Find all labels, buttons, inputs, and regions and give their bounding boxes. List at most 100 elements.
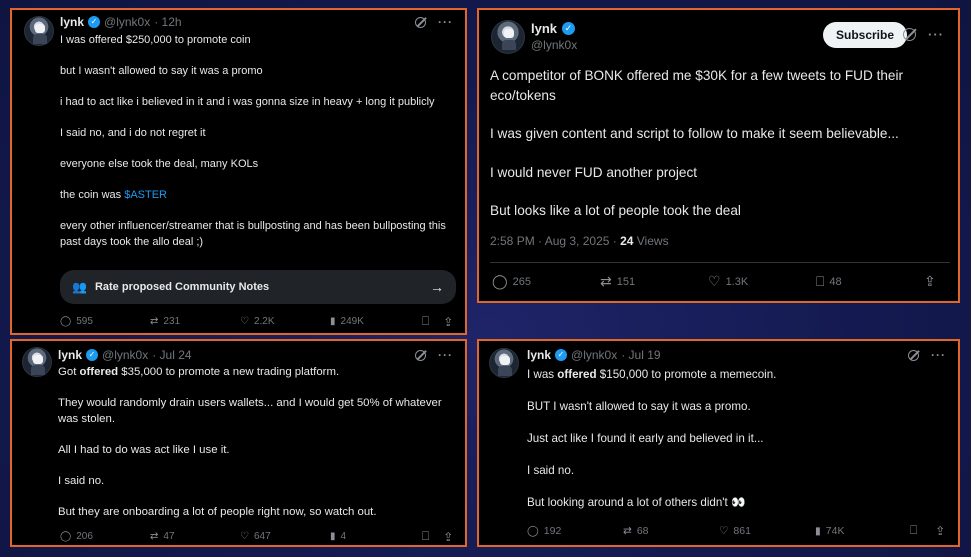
author-name[interactable]: lynk — [58, 348, 82, 362]
like-icon: ♡ — [240, 316, 249, 327]
avatar[interactable] — [24, 16, 54, 46]
like-button[interactable]: ♡ 647 — [240, 531, 330, 542]
post-paragraph: I was given content and script to follow… — [490, 126, 899, 141]
views-button[interactable]: ▮ 4 — [330, 531, 418, 542]
repost-count: 47 — [163, 531, 175, 542]
verified-badge-icon: ✓ — [88, 16, 101, 28]
post-paragraph: They would randomly drain users wallets.… — [58, 397, 442, 425]
repost-icon: ⇄ — [150, 316, 159, 327]
post-card-bonk[interactable]: lynk ✓ @lynk0x Subscribe ··· A competito… — [477, 8, 960, 303]
repost-icon: ⇄ — [623, 524, 632, 537]
reply-count: 206 — [76, 531, 93, 542]
bookmark-icon[interactable]: ⎕ — [910, 523, 917, 538]
post-time[interactable]: · 12h — [154, 15, 181, 29]
grok-icon[interactable] — [908, 349, 919, 361]
more-icon[interactable]: ··· — [438, 15, 453, 29]
action-bar: ◯ 192 ⇄ 68 ♡ 861 ▮ 74K ⎕ ⇪ — [527, 523, 952, 538]
post-paragraph: A competitor of BONK offered me $30K for… — [490, 68, 904, 103]
more-icon[interactable]: ··· — [438, 348, 453, 362]
post-timestamp[interactable]: 2:58 PM · Aug 3, 2025 · — [490, 234, 620, 248]
author-name[interactable]: lynk — [527, 348, 551, 362]
avatar[interactable] — [489, 348, 519, 378]
post-time[interactable]: · Jul 24 — [152, 348, 191, 362]
author-name[interactable]: lynk — [531, 21, 557, 36]
grok-icon[interactable] — [415, 16, 426, 28]
repost-button[interactable]: ⇄ 231 — [150, 316, 240, 327]
post-body: I was offered $250,000 to promote coin b… — [60, 33, 460, 250]
share-icon[interactable]: ⇪ — [443, 315, 453, 329]
more-icon[interactable]: ··· — [928, 27, 944, 42]
header-icons: ··· — [903, 27, 944, 42]
community-notes-button[interactable]: 👥 Rate proposed Community Notes → — [60, 270, 456, 304]
repost-count: 68 — [636, 524, 649, 537]
grok-icon[interactable] — [415, 349, 426, 361]
avatar[interactable] — [22, 347, 52, 377]
bookmark-icon[interactable]: ⎕ — [422, 529, 429, 544]
like-button[interactable]: ♡ 2.2K — [240, 316, 330, 327]
more-icon[interactable]: ··· — [931, 348, 946, 362]
header-icons: ··· — [908, 348, 946, 362]
verified-badge-icon: ✓ — [86, 349, 99, 361]
reply-icon: ◯ — [492, 273, 508, 289]
like-button[interactable]: ♡ 861 — [719, 525, 815, 537]
views-icon: ▮ — [330, 531, 336, 542]
post-header: lynk ✓ @lynk0x · Jul 24 — [58, 348, 192, 362]
reply-button[interactable]: ◯ 595 — [60, 316, 150, 327]
repost-count: 231 — [163, 316, 181, 327]
post-paragraph: BUT I wasn't allowed to say it was a pro… — [527, 400, 751, 413]
author-handle[interactable]: @lynk0x — [571, 348, 617, 362]
post-paragraph: but I wasn't allowed to say it was a pro… — [60, 65, 263, 77]
reply-button[interactable]: ◯ 206 — [60, 531, 150, 542]
subscribe-button[interactable]: Subscribe — [823, 22, 908, 48]
avatar[interactable] — [491, 20, 525, 54]
reply-count: 265 — [512, 275, 532, 288]
post-paragraph: I would never FUD another project — [490, 164, 698, 180]
cashtag-link[interactable]: $ASTER — [124, 189, 167, 201]
share-icon[interactable]: ⇪ — [924, 273, 936, 290]
post-paragraph: Got offered $35,000 to promote a new tra… — [58, 365, 463, 381]
post-header: lynk ✓ @lynk0x · Jul 19 — [527, 348, 661, 362]
post-meta: 2:58 PM · Aug 3, 2025 · 24 Views — [490, 234, 669, 248]
author-handle[interactable]: @lynk0x — [104, 15, 150, 29]
bookmark-icon[interactable]: ⎕ — [422, 314, 429, 329]
like-count: 647 — [253, 531, 271, 542]
repost-button[interactable]: ⇄ 47 — [150, 531, 240, 542]
text-run-bold: offered — [557, 368, 597, 381]
post-paragraph: everyone else took the deal, many KOLs — [60, 158, 259, 170]
text-run: Got — [58, 366, 80, 378]
reply-count: 595 — [76, 316, 93, 327]
post-paragraph: I said no. — [527, 464, 575, 477]
views-button[interactable]: ▮ 74K — [815, 525, 910, 537]
verified-badge-icon: ✓ — [555, 349, 568, 361]
like-icon: ♡ — [708, 273, 721, 289]
post-paragraph: Just act like I found it early and belie… — [527, 432, 764, 445]
views-button[interactable]: ▮ 249K — [330, 316, 418, 327]
header-icons: ··· — [415, 15, 453, 29]
text-run: $35,000 to promote a new trading platfor… — [118, 366, 340, 378]
author-name[interactable]: lynk — [60, 15, 84, 29]
action-bar: ◯ 265 ⇄ 151 ♡ 1.3K ⎕ 48 ⇪ — [492, 273, 947, 290]
verified-badge-icon: ✓ — [562, 22, 576, 35]
post-time[interactable]: · Jul 19 — [621, 348, 660, 362]
views-icon: ▮ — [330, 316, 336, 327]
repost-button[interactable]: ⇄ 151 — [600, 273, 708, 290]
view-count: 4 — [340, 531, 347, 542]
like-button[interactable]: ♡ 1.3K — [708, 273, 816, 290]
share-icon[interactable]: ⇪ — [935, 524, 945, 538]
reply-button[interactable]: ◯ 192 — [527, 525, 623, 537]
reply-icon: ◯ — [60, 531, 72, 542]
author-handle[interactable]: @lynk0x — [102, 348, 148, 362]
post-header: lynk ✓ @lynk0x · 12h — [60, 15, 182, 29]
share-icon[interactable]: ⇪ — [443, 530, 453, 544]
reply-button[interactable]: ◯ 265 — [492, 273, 600, 290]
repost-button[interactable]: ⇄ 68 — [623, 525, 719, 537]
arrow-right-icon: → — [430, 279, 444, 295]
post-card-aster[interactable]: lynk ✓ @lynk0x · 12h ··· I was offered $… — [10, 8, 467, 335]
post-card-trading-platform[interactable]: lynk ✓ @lynk0x · Jul 24 ··· Got offered … — [10, 339, 467, 547]
grok-icon[interactable] — [903, 28, 916, 41]
text-run-bold: offered — [79, 366, 119, 378]
bookmark-button[interactable]: ⎕ 48 — [816, 273, 924, 290]
author-handle[interactable]: @lynk0x — [531, 38, 577, 52]
post-card-memecoin[interactable]: lynk ✓ @lynk0x · Jul 19 ··· I was offere… — [477, 339, 960, 547]
post-paragraph: I was offered $150,000 to promote a meme… — [527, 367, 947, 383]
